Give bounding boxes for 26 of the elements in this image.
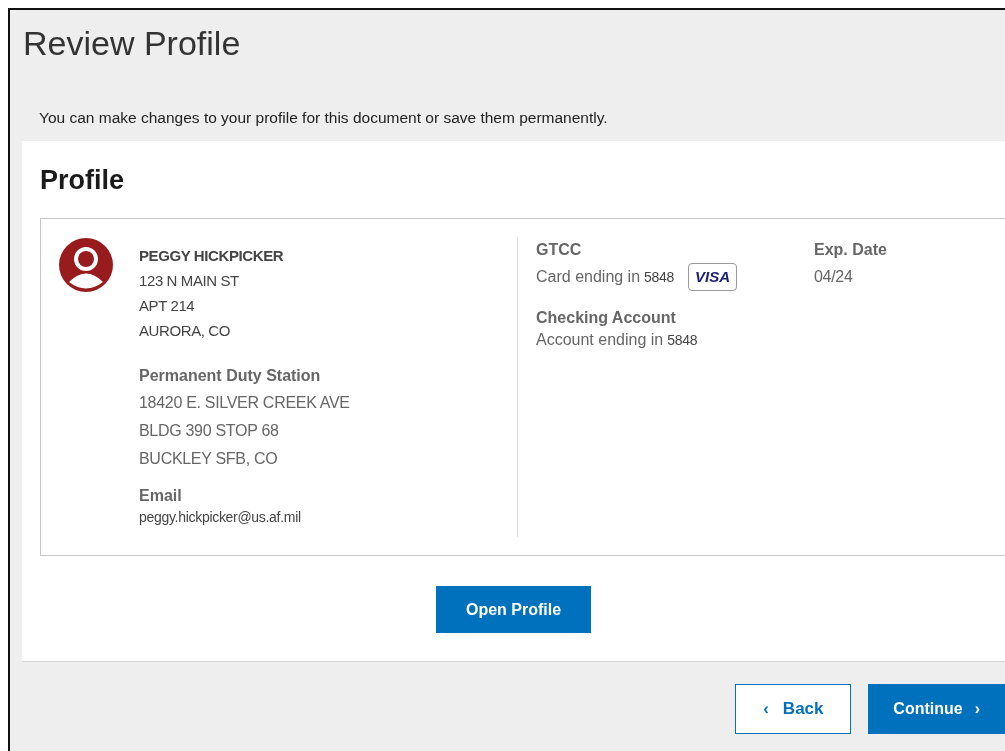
exp-date-label: Exp. Date — [814, 240, 887, 260]
address-line: AURORA, CO — [139, 321, 231, 341]
email-value: peggy.hickpicker@us.af.mil — [139, 509, 302, 525]
user-avatar-icon — [58, 237, 114, 293]
exp-date-value: 04/24 — [814, 267, 854, 287]
duty-station-line: BLDG 390 STOP 68 — [139, 421, 280, 441]
gtcc-label: GTCC — [536, 240, 583, 260]
account-text: Account ending in — [536, 331, 664, 349]
duty-station-line: 18420 E. SILVER CREEK AVE — [139, 393, 350, 413]
user-name: PEGGY HICKPICKER — [139, 246, 285, 266]
continue-button[interactable]: Continue › — [868, 684, 1005, 734]
back-button[interactable]: ‹ Back — [735, 684, 852, 734]
duty-station-line: BUCKLEY SFB, CO — [139, 449, 279, 469]
open-profile-button[interactable]: Open Profile — [435, 586, 592, 633]
card-number: 5848 — [644, 269, 675, 285]
page-title: Review Profile — [23, 24, 242, 63]
profile-heading: Profile — [40, 165, 126, 196]
email-label: Email — [139, 486, 183, 506]
intro-text: You can make changes to your profile for this document or save them permanently. — [39, 109, 609, 128]
address-line: 123 N MAIN ST — [139, 271, 240, 291]
duty-station-label: Permanent Duty Station — [139, 366, 322, 386]
account-number: 5848 — [667, 332, 698, 348]
checking-label: Checking Account — [536, 308, 677, 328]
card-text: Card ending in — [536, 268, 641, 286]
visa-logo: VISA — [688, 263, 738, 291]
address-line: APT 214 — [139, 296, 196, 316]
